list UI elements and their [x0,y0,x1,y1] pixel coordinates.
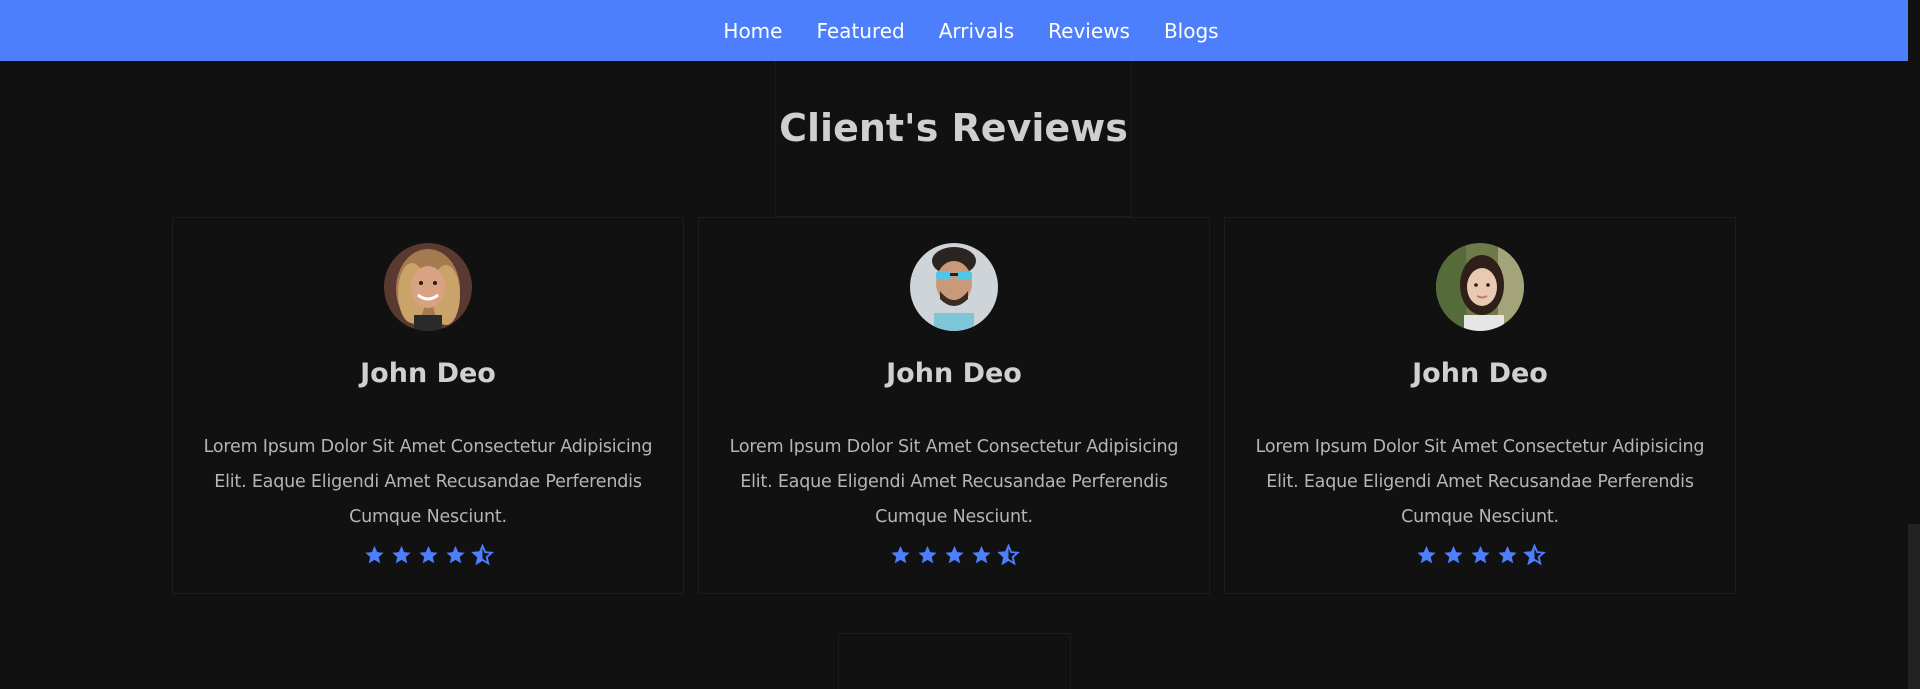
star-icon [390,544,413,566]
star-icon [1442,544,1465,566]
review-card: John Deo Lorem Ipsum Dolor Sit Amet Cons… [172,217,684,594]
star-icon [970,544,993,566]
star-half-icon [1522,544,1546,566]
scrollbar-thumb[interactable] [1908,524,1920,689]
next-section-box [838,633,1071,689]
star-icon [889,544,912,566]
man-sunglasses-avatar [910,243,998,331]
page-scrollbar[interactable] [1908,0,1920,689]
star-icon [916,544,939,566]
review-card: John Deo Lorem Ipsum Dolor Sit Amet Cons… [698,217,1210,594]
woman-avatar [1436,243,1524,331]
reviewer-name: John Deo [886,358,1022,389]
section-heading-box: Client's Reviews [775,61,1132,217]
review-card: John Deo Lorem Ipsum Dolor Sit Amet Cons… [1224,217,1736,594]
star-icon [1496,544,1519,566]
page: Home Featured Arrivals Reviews Blogs Cli… [0,0,1920,689]
star-icon [417,544,440,566]
star-half-icon [470,544,494,566]
review-text: Lorem Ipsum Dolor Sit Amet Consectetur A… [729,437,1179,527]
star-icon [363,544,386,566]
nav-link-featured[interactable]: Featured [816,19,904,43]
star-icon [1469,544,1492,566]
star-icon [943,544,966,566]
review-text: Lorem Ipsum Dolor Sit Amet Consectetur A… [1255,437,1705,527]
star-half-icon [996,544,1020,566]
star-icon [1415,544,1438,566]
star-rating [173,544,683,566]
nav-link-arrivals[interactable]: Arrivals [939,19,1014,43]
nav-link-reviews[interactable]: Reviews [1048,19,1130,43]
nav-link-blogs[interactable]: Blogs [1164,19,1219,43]
star-rating [1225,544,1735,566]
top-navbar: Home Featured Arrivals Reviews Blogs [0,0,1908,61]
reviewer-name: John Deo [1412,358,1548,389]
star-rating [699,544,1209,566]
woman-avatar [384,243,472,331]
star-icon [444,544,467,566]
section-title: Client's Reviews [779,106,1128,150]
reviewer-name: John Deo [360,358,496,389]
nav-link-home[interactable]: Home [723,19,782,43]
review-text: Lorem Ipsum Dolor Sit Amet Consectetur A… [203,437,653,527]
reviews-grid: John Deo Lorem Ipsum Dolor Sit Amet Cons… [172,217,1736,594]
